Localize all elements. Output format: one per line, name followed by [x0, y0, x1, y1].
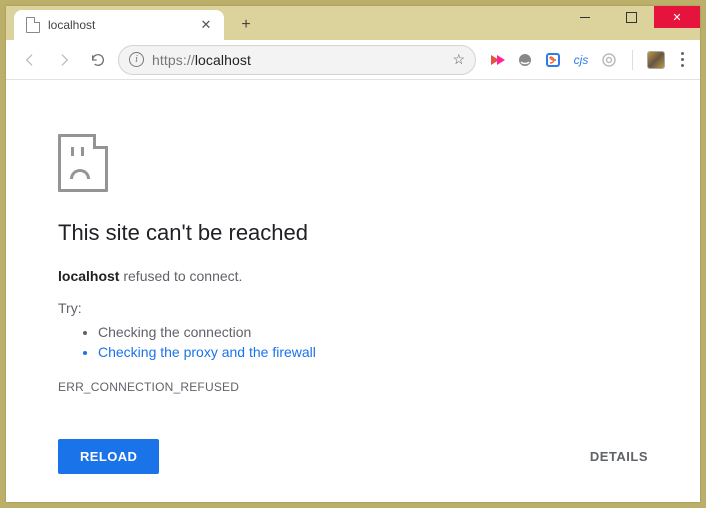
suggestion-list: Checking the connection Checking the pro…	[58, 322, 648, 362]
reload-button[interactable]	[84, 46, 112, 74]
list-item[interactable]: Checking the proxy and the firewall	[98, 342, 648, 362]
window-maximize-button[interactable]	[608, 6, 654, 28]
browser-menu-button[interactable]	[675, 52, 690, 67]
window-titlebar: localhost ✕ + ✕	[6, 6, 700, 40]
bookmark-star-icon[interactable]: ☆	[452, 51, 465, 68]
error-message: localhost refused to connect.	[58, 268, 648, 284]
window-close-button[interactable]: ✕	[654, 6, 700, 28]
browser-tab[interactable]: localhost ✕	[14, 10, 224, 40]
reload-page-button[interactable]: RELOAD	[58, 439, 159, 474]
close-tab-icon[interactable]: ✕	[198, 17, 214, 33]
try-label: Try:	[58, 300, 648, 316]
list-item: Checking the connection	[98, 322, 648, 342]
separator	[632, 50, 633, 70]
tab-title: localhost	[48, 18, 190, 32]
url-text: https://localhost	[152, 52, 444, 68]
extension-icon[interactable]	[516, 51, 534, 69]
back-button[interactable]	[16, 46, 44, 74]
address-bar[interactable]: i https://localhost ☆	[118, 45, 476, 75]
new-tab-button[interactable]: +	[232, 11, 260, 39]
error-heading: This site can't be reached	[58, 220, 648, 246]
error-code: ERR_CONNECTION_REFUSED	[58, 380, 648, 394]
extension-cjs[interactable]: cjs	[572, 51, 590, 69]
sad-file-icon	[58, 134, 108, 192]
forward-button[interactable]	[50, 46, 78, 74]
extension-icon[interactable]	[488, 51, 506, 69]
details-button[interactable]: DETAILS	[590, 449, 648, 464]
window-minimize-button[interactable]	[562, 6, 608, 28]
site-info-icon[interactable]: i	[129, 52, 144, 67]
profile-avatar[interactable]	[647, 51, 665, 69]
page-icon	[26, 17, 40, 33]
browser-toolbar: i https://localhost ☆ cjs	[6, 40, 700, 80]
extension-icon[interactable]	[600, 51, 618, 69]
page-content: This site can't be reached localhost ref…	[6, 80, 700, 502]
extension-icon[interactable]	[544, 51, 562, 69]
extensions-area: cjs	[482, 50, 694, 70]
